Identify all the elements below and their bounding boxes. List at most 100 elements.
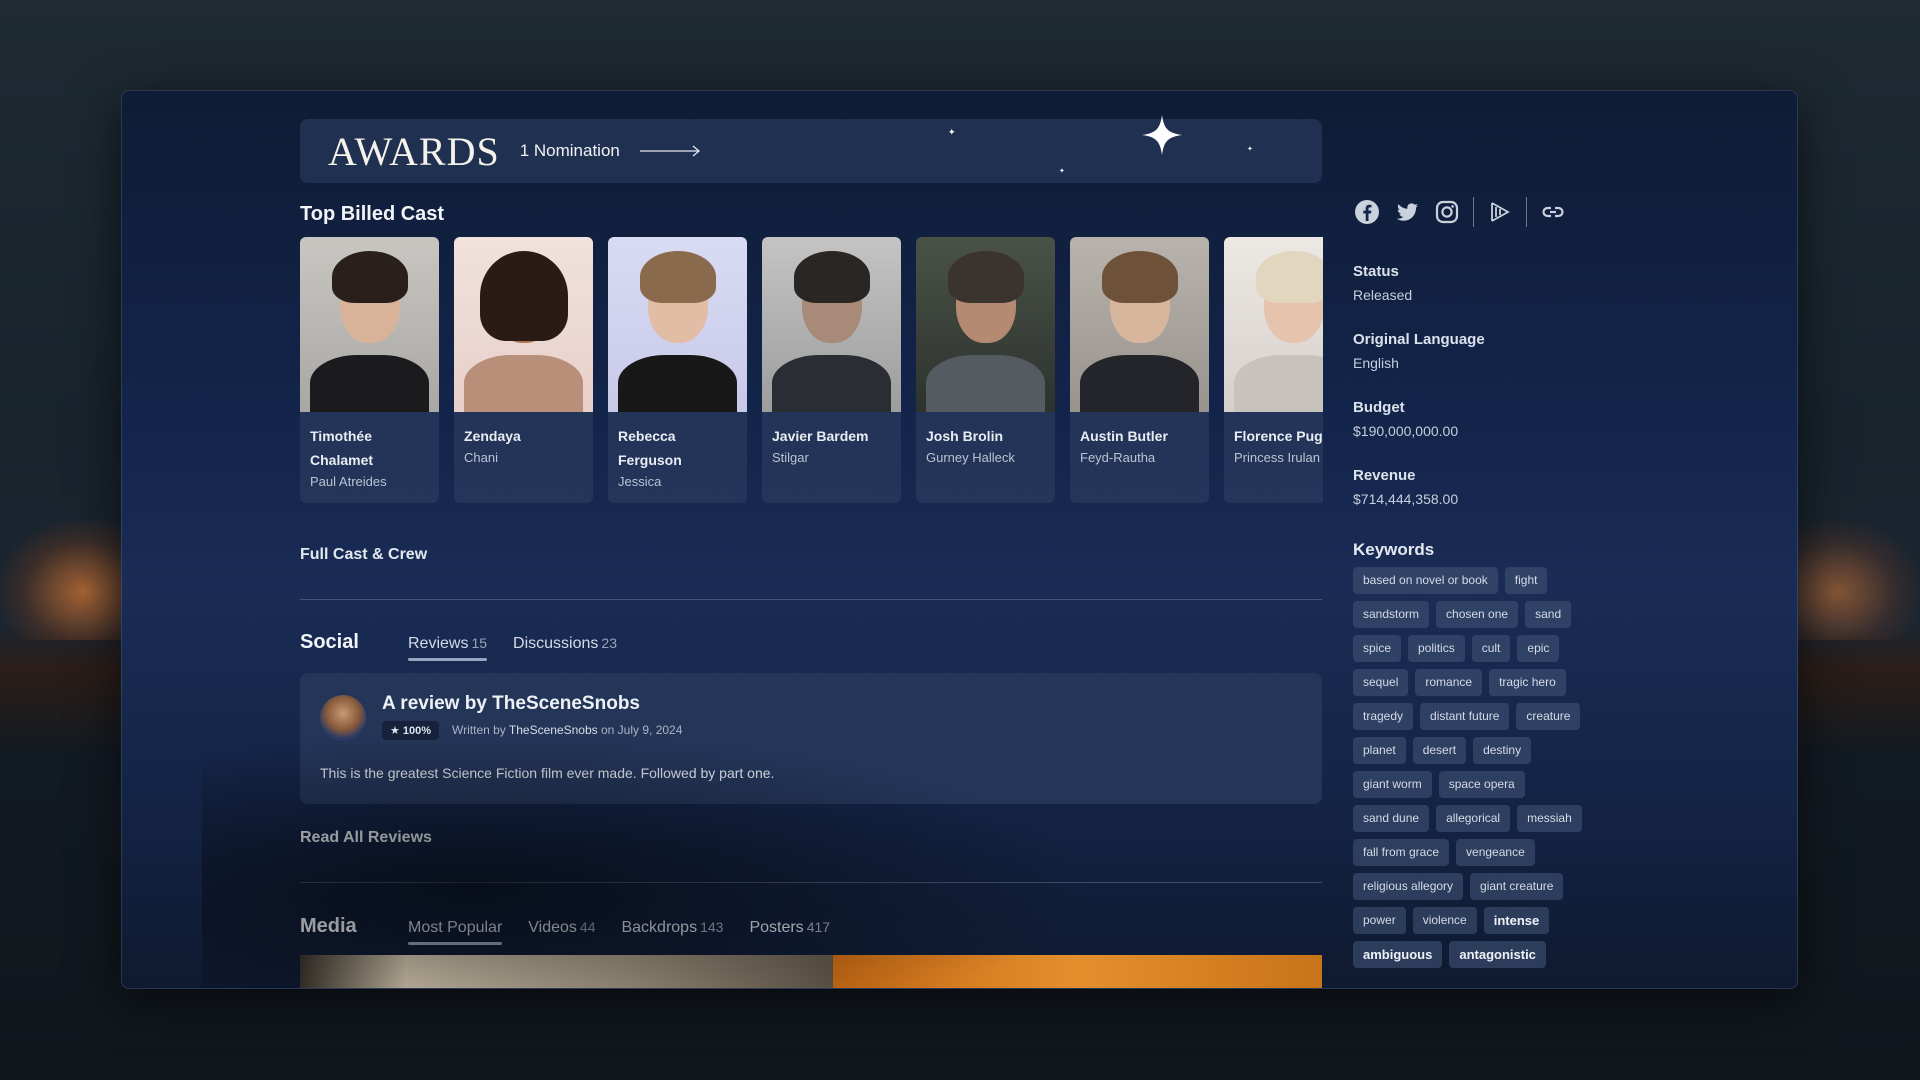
keyword-chip[interactable]: tragic hero [1489,669,1566,696]
fact-label: Original Language [1353,331,1485,348]
cast-card[interactable]: Florence Pugh Princess Irulan [1224,237,1323,503]
fact-value: $190,000,000.00 [1353,423,1459,439]
review-title[interactable]: A review by TheSceneSnobs [382,693,640,715]
keyword-chip[interactable]: antagonistic [1449,941,1546,968]
social-heading: Social [300,631,359,653]
tab-label: Videos [528,919,577,936]
social-tabs: Reviews 15 Discussions 23 [408,635,643,661]
cast-photo [1070,237,1209,412]
media-backdrop-thumbnail[interactable] [833,955,1322,988]
cast-card[interactable]: Rebecca Ferguson Jessica [608,237,747,503]
cast-role: Stilgar [772,450,809,465]
review-date: on July 9, 2024 [601,723,683,737]
read-all-reviews-link[interactable]: Read All Reviews [300,829,432,847]
keyword-chip[interactable]: messiah [1517,805,1582,832]
keyword-chip[interactable]: allegorical [1436,805,1511,832]
keyword-chip[interactable]: sand dune [1353,805,1430,832]
cast-card[interactable]: Javier Bardem Stilgar [762,237,901,503]
media-tabs: Most Popular Videos 44 Backdrops 143 Poste… [408,919,856,945]
cast-card[interactable]: Timothée Chalamet Paul Atreides [300,237,439,503]
cast-name[interactable]: Timothée Chalamet [300,412,439,472]
cast-photo [762,237,901,412]
homepage-link-icon[interactable] [1539,198,1567,226]
keyword-chip[interactable]: sandstorm [1353,601,1430,628]
keyword-chip[interactable]: ambiguous [1353,941,1443,968]
background-sunset-glow-left [0,520,140,640]
keyword-chip[interactable]: religious allegory [1353,873,1464,900]
keyword-chip[interactable]: chosen one [1436,601,1519,628]
keyword-chip[interactable]: planet [1353,737,1406,764]
social-links [1353,197,1579,227]
cast-card[interactable]: Zendaya Chani [454,237,593,503]
keyword-chip[interactable]: fight [1504,567,1548,594]
full-cast-crew-link[interactable]: Full Cast & Crew [300,546,427,564]
arrow-right-icon[interactable] [639,144,702,158]
keyword-chip[interactable]: tragedy [1353,703,1414,730]
avatar[interactable] [320,695,366,741]
keyword-chip[interactable]: politics [1408,635,1465,662]
keyword-chip[interactable]: destiny [1473,737,1532,764]
cast-name[interactable]: Javier Bardem [762,412,901,448]
fact-value: $714,444,358.00 [1353,491,1459,507]
media-gallery[interactable] [300,955,1322,988]
written-by-label: Written by [452,723,506,737]
justwatch-icon[interactable] [1486,198,1514,226]
awards-title: AWARDS [328,128,500,174]
nominations-count[interactable]: 1 Nomination [520,141,620,161]
keyword-chip[interactable]: sand [1525,601,1572,628]
media-video-thumbnail[interactable] [300,955,833,988]
tab-reviews[interactable]: Reviews 15 [408,635,488,661]
keyword-chip[interactable]: power [1353,907,1406,934]
keyword-chip[interactable]: giant worm [1353,771,1432,798]
cast-photo [916,237,1055,412]
keyword-chip[interactable]: cult [1471,635,1511,662]
tab-discussions[interactable]: Discussions 23 [513,635,617,661]
cast-name[interactable]: Florence Pugh [1224,412,1323,448]
keyword-chip[interactable]: romance [1415,669,1483,696]
cast-role: Princess Irulan [1234,450,1320,465]
cast-name[interactable]: Josh Brolin [916,412,1055,448]
keywords-heading: Keywords [1353,540,1435,559]
keyword-chip[interactable]: creature [1516,703,1581,730]
keyword-chip[interactable]: violence [1412,907,1477,934]
tab-label: Posters [749,919,804,936]
keyword-chip[interactable]: desert [1412,737,1467,764]
review-meta: Written by TheSceneSnobs on July 9, 2024 [452,723,682,737]
cast-name[interactable]: Austin Butler [1070,412,1209,448]
tab-most-popular[interactable]: Most Popular [408,919,503,945]
keyword-chip[interactable]: epic [1517,635,1560,662]
rating-badge: ★ 100% [382,721,440,740]
fact-value: English [1353,355,1399,371]
tab-backdrops[interactable]: Backdrops 143 [621,919,723,945]
cast-card[interactable]: Austin Butler Feyd-Rautha [1070,237,1209,503]
cast-name[interactable]: Rebecca Ferguson [608,412,747,472]
cast-role: Feyd-Rautha [1080,450,1156,465]
review-body: This is the greatest Science Fiction fil… [320,765,775,781]
cast-photo [300,237,439,412]
tab-videos[interactable]: Videos 44 [528,919,595,945]
cast-scroller[interactable]: Timothée Chalamet Paul Atreides Zendaya … [300,237,1323,503]
keyword-chip[interactable]: spice [1353,635,1402,662]
keyword-chip[interactable]: giant creature [1470,873,1564,900]
cast-role: Gurney Halleck [926,450,1015,465]
review-author-link[interactable]: TheSceneSnobs [509,723,598,737]
keyword-chip[interactable]: space opera [1438,771,1525,798]
fact-label: Status [1353,263,1399,280]
awards-banner[interactable]: AWARDS 1 Nomination ✦ ✦ ✦ [300,115,1322,183]
keyword-chip[interactable]: distant future [1420,703,1510,730]
section-divider [300,599,1322,600]
review-card[interactable]: A review by TheSceneSnobs ★ 100% Written… [300,673,1322,804]
cast-name[interactable]: Zendaya [454,412,593,448]
keyword-chip[interactable]: vengeance [1456,839,1535,866]
keyword-chip[interactable]: based on novel or book [1353,567,1498,594]
keyword-chip[interactable]: sequel [1353,669,1409,696]
tab-posters[interactable]: Posters 417 [749,919,830,945]
twitter-icon[interactable] [1393,198,1421,226]
tab-count: 143 [700,919,724,935]
keyword-chip[interactable]: intense [1483,907,1550,934]
instagram-icon[interactable] [1433,198,1461,226]
section-divider [300,882,1322,883]
cast-card[interactable]: Josh Brolin Gurney Halleck [916,237,1055,503]
facebook-icon[interactable] [1353,198,1381,226]
keyword-chip[interactable]: fall from grace [1353,839,1450,866]
